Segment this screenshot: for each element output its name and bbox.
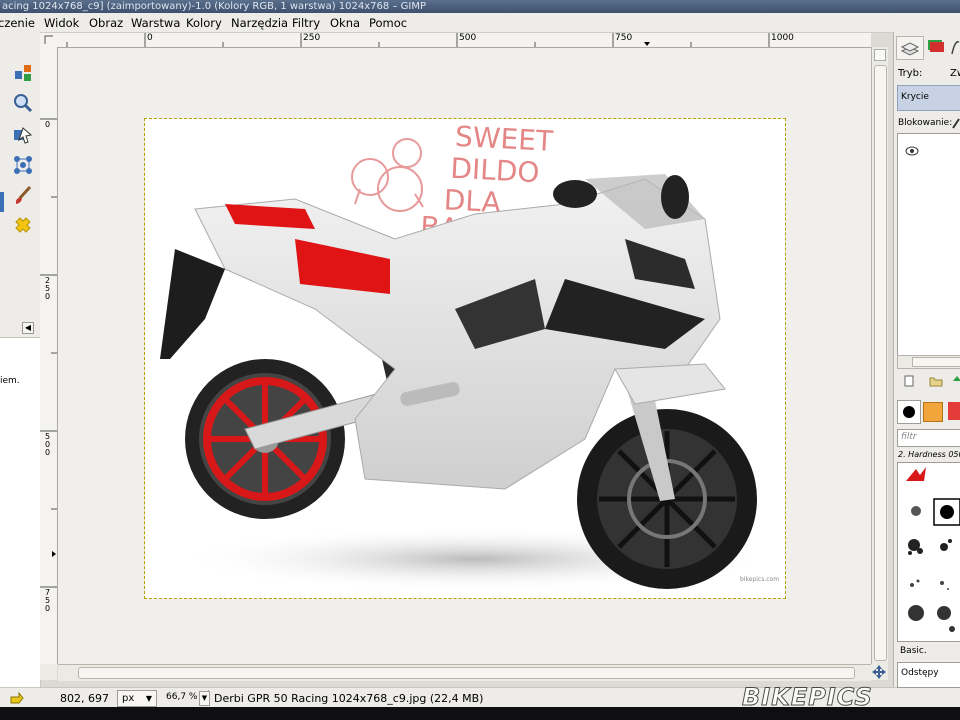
spacing-label: Odstępy (901, 668, 939, 678)
align-tool-button[interactable] (12, 62, 34, 84)
channels-icon (928, 40, 944, 52)
transform-tool-button[interactable] (12, 124, 34, 146)
paths-icon (951, 41, 960, 55)
window-title: acing 1024x768_c9] (zaimportowany)-1.0 (… (2, 1, 426, 12)
toolbox: ◀ iem. (0, 32, 41, 688)
lock-brush-icon[interactable] (951, 117, 960, 129)
new-layer-icon[interactable] (903, 375, 915, 387)
zoom-dropdown-button[interactable]: ▼ (199, 691, 210, 706)
unit-select-value: px (122, 693, 135, 704)
align-icon (15, 65, 31, 81)
image-canvas[interactable]: SWEET DILDO DLA BARTKA (144, 118, 786, 599)
pointer-marker (52, 551, 56, 557)
tool-options-text: iem. (0, 376, 20, 386)
layers-icon (900, 42, 920, 56)
opacity-slider[interactable]: Krycie (897, 85, 960, 111)
ruler-tick-label: 1000 (771, 33, 794, 43)
navigate-button[interactable] (871, 664, 888, 680)
collapse-panel-button[interactable]: ◀ (22, 322, 34, 334)
layers-list[interactable] (897, 133, 960, 357)
navigate-icon (872, 665, 886, 679)
menu-connect[interactable]: czenie (0, 16, 35, 30)
ruler-tick-label: 7 5 0 (45, 588, 51, 613)
vertical-ruler[interactable]: 0 2 5 0 5 0 0 7 5 0 (40, 47, 58, 664)
ruler-tick-label: 5 0 0 (45, 432, 51, 457)
menu-bar: czenie Widok Obraz Warstwa Kolory Narzęd… (0, 13, 960, 33)
brush-filter-placeholder: filtr (901, 432, 917, 442)
opacity-label: Krycie (901, 92, 929, 102)
tool-indicator (0, 192, 4, 212)
folder-icon[interactable] (929, 375, 943, 387)
horizontal-scrollbar[interactable] (58, 664, 871, 681)
mode-label: Tryb: (898, 68, 923, 79)
tab-brushes[interactable] (897, 400, 921, 424)
brush-filter-input[interactable]: filtr (897, 429, 960, 447)
menu-windows[interactable]: Okna (330, 16, 360, 30)
ruler-tick-label: 500 (459, 33, 477, 43)
ruler-ticks (40, 118, 57, 588)
scroll-corner-left (40, 664, 57, 680)
raise-layer-icon[interactable] (952, 375, 960, 387)
mode-value[interactable]: Zw (950, 68, 960, 79)
menu-image[interactable]: Obraz (89, 16, 123, 30)
menu-layer[interactable]: Warstwa (131, 16, 180, 30)
brush-grid[interactable] (897, 462, 960, 642)
zoom-value: 66,7 % (166, 692, 198, 702)
paintbrush-tool-button[interactable] (12, 184, 34, 206)
motorcycle-image: SWEET DILDO DLA BARTKA (160, 120, 779, 591)
image-watermark: bikepics.com (740, 576, 779, 583)
window-title-bar: acing 1024x768_c9] (zaimportowany)-1.0 (… (0, 0, 960, 13)
pointer-marker (644, 42, 650, 46)
vertical-scroll-thumb[interactable] (874, 65, 887, 661)
tab-patterns[interactable] (923, 402, 943, 422)
horizontal-scroll-thumb[interactable] (78, 667, 855, 679)
transform-icon (14, 127, 33, 144)
tool-options-panel: iem. (0, 337, 40, 688)
eye-icon[interactable] (905, 146, 919, 156)
quick-mask-icon (44, 35, 53, 44)
brush-set-label: Basic. (900, 646, 927, 656)
ruler-tick-label: 2 5 0 (45, 276, 51, 301)
brush-name: 2. Hardness 050 (898, 450, 960, 459)
zoom-fit-button[interactable] (874, 49, 886, 61)
paintbrush-icon (15, 185, 32, 204)
tab-layers[interactable] (896, 36, 924, 60)
unit-select[interactable]: px ▼ (117, 690, 157, 707)
menu-help[interactable]: Pomoc (369, 16, 407, 30)
pointer-coordinates: 802, 697 (60, 692, 109, 705)
lock-label: Blokowanie: (898, 118, 953, 128)
menu-tools[interactable]: Narzędzia (231, 16, 288, 30)
file-info: Derbi GPR 50 Racing 1024x768_c9.jpg (22,… (214, 692, 484, 705)
cage-tool-button[interactable] (12, 154, 34, 176)
vertical-scrollbar[interactable] (871, 47, 888, 664)
tab-paths[interactable] (950, 36, 960, 58)
tab-gradients[interactable] (948, 402, 960, 420)
ruler-tick-label: 0 (45, 120, 51, 129)
zoom-tool-button[interactable] (12, 92, 34, 114)
menu-view[interactable]: Widok (44, 16, 79, 30)
right-dock: Tryb: Zw Krycie Blokowanie: filtr 2. Har… (893, 32, 960, 688)
tab-channels[interactable] (924, 36, 948, 58)
brush-thumbnails (906, 467, 960, 632)
menu-colors[interactable]: Kolory (186, 16, 222, 30)
menu-filters[interactable]: Filtry (292, 16, 320, 30)
horizontal-ruler[interactable]: 0 250 500 750 1000 (58, 33, 871, 48)
layers-scroll-thumb[interactable] (912, 357, 960, 367)
ruler-tick-label: 750 (615, 33, 633, 43)
heal-tool-button[interactable] (12, 214, 34, 236)
heal-icon (15, 217, 31, 233)
cage-icon (14, 156, 32, 174)
pointer-icon (10, 692, 24, 704)
ruler-tick-label: 0 (147, 33, 153, 43)
chevron-down-icon: ▼ (145, 694, 152, 703)
site-logo-text: BIKEPICS (742, 683, 873, 712)
brush-preview-icon (903, 406, 915, 418)
layers-scrollbar[interactable] (897, 355, 960, 369)
ruler-tick-label: 250 (303, 33, 321, 43)
spacing-slider[interactable]: Odstępy (897, 662, 960, 688)
ruler-corner[interactable] (40, 33, 59, 48)
zoom-icon (14, 94, 33, 113)
